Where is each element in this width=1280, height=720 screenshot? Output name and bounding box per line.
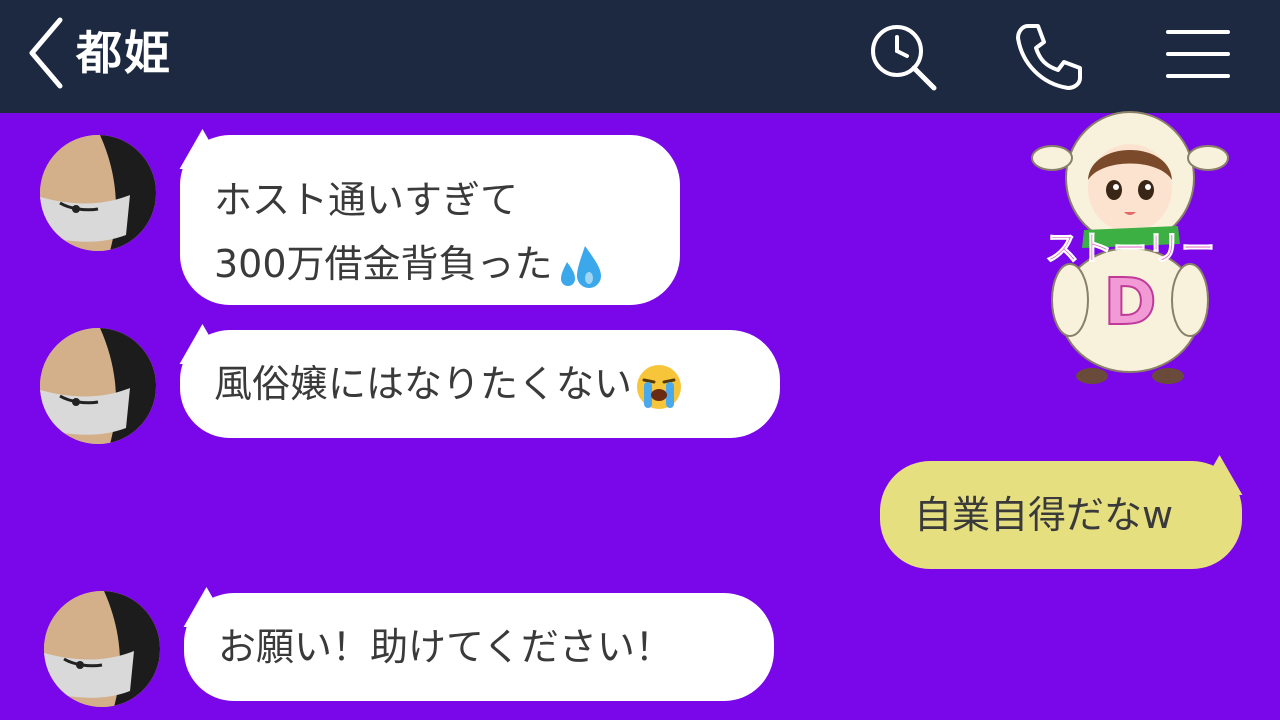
- message-bubble-incoming[interactable]: 風俗嬢にはなりたくない: [180, 330, 780, 438]
- menu-icon[interactable]: [1162, 20, 1234, 92]
- message-text: 風俗嬢にはなりたくない: [214, 352, 780, 416]
- avatar[interactable]: [44, 591, 160, 707]
- avatar[interactable]: [40, 135, 156, 251]
- message-text: お願い！助けてください！: [218, 625, 673, 669]
- loudly-crying-face-emoji: [634, 362, 684, 412]
- search-clock-icon[interactable]: [866, 20, 938, 92]
- message-bubble-incoming[interactable]: お願い！助けてください！: [184, 593, 774, 701]
- message-bubble-incoming[interactable]: ホスト通いすぎて 300万借金背負った: [180, 135, 680, 305]
- sticker-letter: D: [1103, 266, 1156, 340]
- message-bubble-outgoing[interactable]: 自業自得だなw: [880, 461, 1242, 569]
- sticker-text: ストーリー: [1045, 229, 1215, 269]
- sweat-droplets-emoji: [555, 242, 605, 292]
- sheep-character-sticker: ストーリー D: [1030, 100, 1230, 390]
- message-text: 自業自得だなw: [914, 493, 1174, 537]
- message-text: 300万借金背負った: [214, 232, 680, 296]
- phone-icon[interactable]: [1012, 20, 1084, 92]
- chat-header: 都姫: [0, 0, 1280, 113]
- chat-title: 都姫: [76, 26, 172, 80]
- message-text: ホスト通いすぎて: [214, 178, 519, 222]
- chevron-left-icon[interactable]: [22, 14, 72, 92]
- avatar[interactable]: [40, 328, 156, 444]
